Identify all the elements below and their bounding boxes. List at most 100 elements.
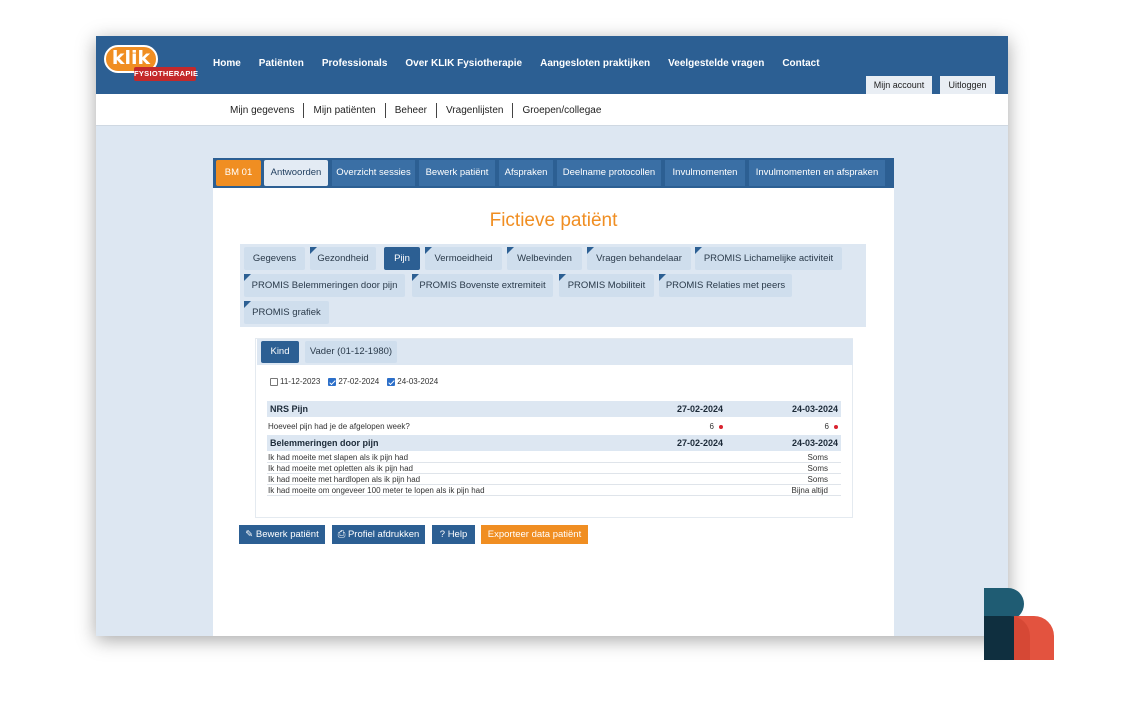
patient-panel: BM 01 Antwoorden Overzicht sessies Bewer… [213,158,894,636]
patient-code-badge[interactable]: BM 01 [216,160,261,186]
subnav-mijn-gegevens[interactable]: Mijn gegevens [230,105,294,116]
tab-overzicht-sessies[interactable]: Overzicht sessies [332,160,415,186]
date-label: 11-12-2023 [280,377,321,386]
printer-icon: ⎙ [337,529,346,540]
qtab-promis-bovenste-extremiteit[interactable]: PROMIS Bovenste extremiteit [412,274,553,297]
answer-value: Soms [807,475,828,484]
subnav-divider [436,103,437,118]
qtab-label: Welbevinden [517,253,572,264]
qtab-label: Gezondheid [317,253,369,264]
date-checkbox-2024-02-27[interactable] [328,377,337,386]
subnav-divider [512,103,514,118]
patient-tab-bar: BM 01 Antwoorden Overzicht sessies Bewer… [213,158,894,188]
section-title: NRS Pijn [270,404,309,414]
table-row: Ik had moeite met slapen als ik pijn had… [267,452,841,463]
qtab-gezondheid[interactable]: Gezondheid [310,247,376,270]
qtab-promis-relaties-met-peers[interactable]: PROMIS Relaties met peers [659,274,792,297]
respondent-tabs: Kind Vader (01-12-1980) [257,339,853,365]
nav-over-klik[interactable]: Over KLIK Fysiotherapie [405,58,522,69]
answer-value-cell: 6 [710,418,723,436]
answers-panel: Kind Vader (01-12-1980) 11-12-2023 27-02… [255,338,853,518]
qtab-vragen-behandelaar[interactable]: Vragen behandelaar [587,247,691,270]
qtab-pijn[interactable]: Pijn [384,247,420,270]
corner-marker [244,301,251,308]
subnav-vragenlijsten[interactable]: Vragenlijsten [446,105,503,116]
qtab-label: PROMIS Bovenste extremiteit [419,280,546,291]
tab-afspraken[interactable]: Afspraken [499,160,553,186]
nav-home[interactable]: Home [213,58,241,69]
question-text: Ik had moeite om ongeveer 100 meter te l… [268,486,485,495]
tab-invulmomenten[interactable]: Invulmomenten [665,160,745,186]
logo-shape-accent [1014,616,1054,660]
button-label: Bewerk patiënt [255,529,319,540]
nav-aangesloten-praktijken[interactable]: Aangesloten praktijken [540,58,650,69]
date-label: 24-03-2024 [397,377,439,386]
button-label: Profiel afdrukken [347,529,420,540]
nav-patienten[interactable]: Patiënten [259,58,304,69]
qtab-promis-belemmeringen-door-pijn[interactable]: PROMIS Belemmeringen door pijn [244,274,405,297]
answer-value-cell: 6 [825,418,838,436]
export-data-button[interactable]: Exporteer data patiënt [481,525,588,544]
column-date: 24-03-2024 [791,438,838,448]
subnav-beheer[interactable]: Beheer [395,105,427,116]
qtab-gegevens[interactable]: Gegevens [244,247,305,270]
qtab-promis-grafiek[interactable]: PROMIS grafiek [244,301,329,324]
table-row: Ik had moeite met hardlopen als ik pijn … [267,474,841,485]
table-row: Ik had moeite om ongeveer 100 meter te l… [267,485,841,496]
qtab-promis-mobiliteit[interactable]: PROMIS Mobiliteit [559,274,654,297]
table-row: Ik had moeite met opletten als ik pijn h… [267,463,841,474]
main-nav: Home Patiënten Professionals Over KLIK F… [213,58,838,69]
nav-professionals[interactable]: Professionals [322,58,388,69]
qtab-label: Gegevens [252,253,297,264]
page-title: Fictieve patiënt [489,210,618,231]
tab-antwoorden[interactable]: Antwoorden [264,160,328,186]
date-label: 27-02-2024 [338,377,380,386]
klik-logo[interactable]: klik FYSIOTHERAPIE [104,45,198,85]
sub-nav: Mijn gegevens Mijn patiënten Beheer Vrag… [230,103,601,118]
corner-marker [507,247,514,254]
qtab-label: PROMIS Mobiliteit [567,280,646,291]
question-text: Hoeveel pijn had je de afgelopen week? [268,422,410,431]
screenshot-stage: klik FYSIOTHERAPIE Home Patiënten Profes… [0,0,1130,716]
help-button[interactable]: ? Help [432,525,475,544]
qtab-label: Vermoeidheid [434,253,493,264]
answer-value: 6 [824,422,829,431]
corner-marker [310,247,317,254]
edit-patient-button[interactable]: ✎ Bewerk patiënt [239,525,325,544]
qtab-label: Pijn [394,253,410,264]
subnav-groepen-collegae[interactable]: Groepen/collegae [522,105,601,116]
logo-tagline: FYSIOTHERAPIE [134,67,198,81]
qtab-vermoeidheid[interactable]: Vermoeidheid [425,247,502,270]
date-checkbox-2023-12-11[interactable] [270,377,278,386]
question-text: Ik had moeite met slapen als ik pijn had [268,453,409,462]
tab-deelname-protocollen[interactable]: Deelname protocollen [557,160,661,186]
question-circle-icon: ? [439,529,446,540]
questionnaire-tabs: Gegevens Gezondheid Pijn Vermoeidheid We… [240,244,866,327]
column-date: 24-03-2024 [791,404,838,414]
qtab-promis-lichamelijke-activiteit[interactable]: PROMIS Lichamelijke activiteit [695,247,842,270]
logout-button[interactable]: Uitloggen [940,76,995,94]
answer-value: Soms [807,464,828,473]
qtab-welbevinden[interactable]: Welbevinden [507,247,582,270]
tab-bewerk-patient[interactable]: Bewerk patiënt [419,160,495,186]
subnav-mijn-patienten[interactable]: Mijn patiënten [313,105,375,116]
my-account-button[interactable]: Mijn account [866,76,932,94]
respondent-tab-kind[interactable]: Kind [261,341,299,363]
print-profile-button[interactable]: ⎙ Profiel afdrukken [332,525,425,544]
date-filters: 11-12-2023 27-02-2024 24-03-2024 [270,377,446,386]
corner-marker [559,274,566,281]
column-date: 27-02-2024 [676,438,723,448]
bm-brand-logo-icon [984,588,1054,660]
corner-marker [425,247,432,254]
tab-invulmomenten-en-afspraken[interactable]: Invulmomenten en afspraken [749,160,885,186]
nav-contact[interactable]: Contact [782,58,819,69]
qtab-label: PROMIS Lichamelijke activiteit [703,253,834,264]
corner-marker [244,274,251,281]
subnav-divider [384,103,386,118]
section-header-belemmeringen: Belemmeringen door pijn 27-02-2024 24-03… [267,435,841,451]
nav-veelgestelde-vragen[interactable]: Veelgestelde vragen [668,58,764,69]
table-row: Hoeveel pijn had je de afgelopen week? 6… [267,418,841,436]
date-checkbox-2024-03-24[interactable] [387,377,396,386]
subnav-divider [303,103,305,118]
respondent-tab-vader[interactable]: Vader (01-12-1980) [305,341,397,363]
